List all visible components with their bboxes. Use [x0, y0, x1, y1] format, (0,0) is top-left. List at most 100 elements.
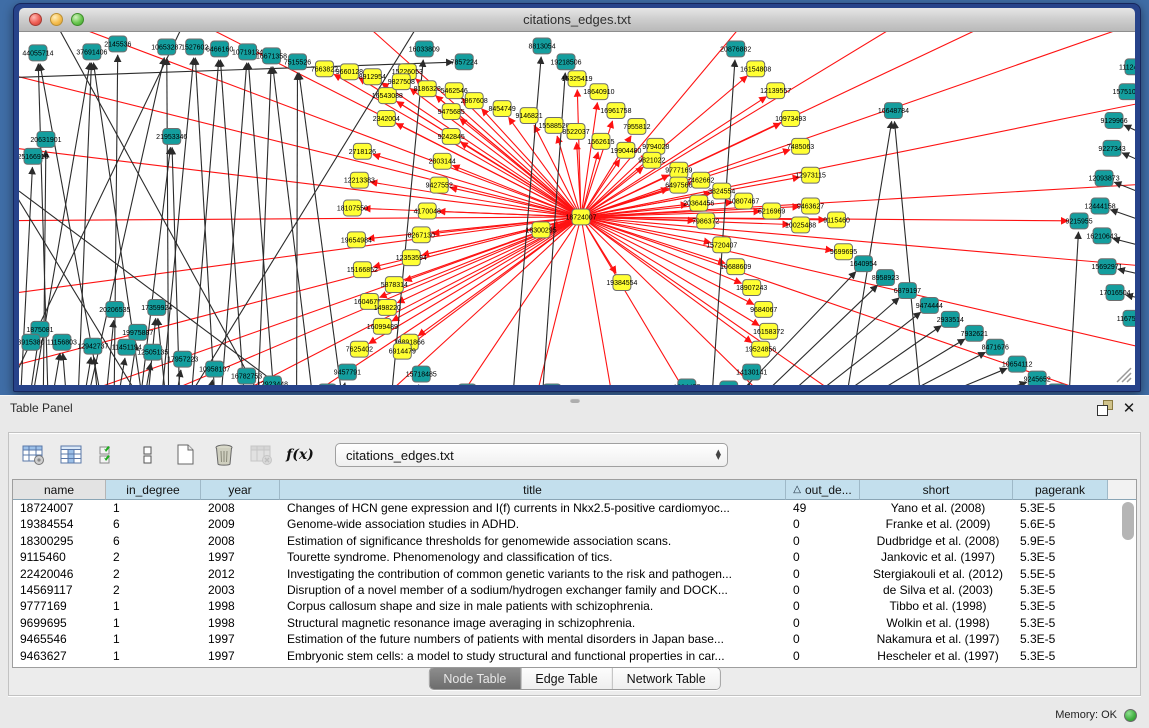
- graph-node[interactable]: 15718485: [406, 366, 437, 382]
- graph-node[interactable]: 2803144: [429, 153, 456, 169]
- edge[interactable]: [1067, 232, 1078, 385]
- table-row[interactable]: 1872400712008Changes of HCN gene express…: [13, 500, 1136, 516]
- graph-node[interactable]: 15692971: [1092, 259, 1123, 275]
- import-table-icon[interactable]: [247, 440, 277, 470]
- window-titlebar[interactable]: citations_edges.txt: [19, 8, 1135, 32]
- column-header-out_degree[interactable]: △out_de...: [786, 480, 860, 500]
- graph-node[interactable]: 7857224: [451, 54, 478, 70]
- graph-node[interactable]: 10688609: [720, 259, 751, 275]
- graph-node[interactable]: 44055714: [22, 45, 53, 61]
- scrollbar-thumb[interactable]: [1122, 502, 1134, 540]
- edge[interactable]: [816, 339, 965, 385]
- graph-node[interactable]: 1527602: [181, 39, 208, 55]
- graph-node[interactable]: 12213383: [344, 172, 375, 188]
- graph-node[interactable]: 8471676: [982, 339, 1009, 355]
- graph-node[interactable]: 12973115: [795, 167, 826, 183]
- edge[interactable]: [47, 353, 60, 385]
- select-all-rows-icon[interactable]: [95, 440, 125, 470]
- close-panel-icon[interactable]: ✕: [1121, 400, 1137, 416]
- graph-node[interactable]: 11675327: [1117, 310, 1135, 326]
- graph-node[interactable]: 6466160: [206, 41, 233, 57]
- edge[interactable]: [771, 312, 921, 385]
- column-header-title[interactable]: title: [280, 480, 786, 500]
- graph-node[interactable]: 16154808: [740, 61, 771, 77]
- new-table-icon[interactable]: [171, 440, 201, 470]
- graph-node[interactable]: 10654112: [1002, 356, 1033, 372]
- graph-node[interactable]: 16961758: [600, 103, 631, 119]
- graph-node[interactable]: 12161654: [537, 384, 568, 385]
- edge[interactable]: [1122, 153, 1135, 177]
- edge[interactable]: [1110, 210, 1135, 233]
- table-column-icon[interactable]: [57, 440, 87, 470]
- function-builder-icon[interactable]: f(x): [285, 440, 315, 470]
- graph-node[interactable]: 3824554: [708, 183, 735, 199]
- graph-node[interactable]: 2933514: [937, 311, 964, 327]
- edge[interactable]: [203, 380, 213, 385]
- graph-node[interactable]: 25166910: [19, 148, 49, 164]
- graph-node[interactable]: 9832369: [454, 384, 481, 385]
- graph-node[interactable]: 17016504: [1099, 285, 1130, 301]
- column-header-short[interactable]: short: [860, 480, 1013, 500]
- edge[interactable]: [581, 217, 1135, 360]
- edge[interactable]: [40, 64, 107, 385]
- graph-node[interactable]: 12505135: [137, 344, 168, 360]
- graph-node[interactable]: 14130141: [736, 364, 767, 380]
- edge[interactable]: [858, 368, 1007, 385]
- graph-node[interactable]: 37691406: [76, 44, 107, 60]
- edge[interactable]: [422, 217, 581, 255]
- tab-network-table[interactable]: Network Table: [612, 668, 720, 689]
- graph-node[interactable]: 21953346: [156, 128, 187, 144]
- graph-node[interactable]: 9146821: [515, 108, 542, 124]
- graph-node[interactable]: 1634477: [673, 379, 700, 385]
- canvas-resize-grip[interactable]: [1117, 368, 1131, 382]
- edge[interactable]: [19, 141, 581, 217]
- edge[interactable]: [79, 357, 91, 385]
- graph-node[interactable]: 9463627: [797, 198, 824, 214]
- graph-node[interactable]: 9115460: [823, 212, 850, 228]
- graph-node[interactable]: 16648784: [878, 103, 909, 119]
- graph-node[interactable]: 20876882: [720, 41, 751, 57]
- edge[interactable]: [581, 217, 1135, 385]
- graph-node[interactable]: 19524856: [745, 341, 776, 357]
- table-row[interactable]: 1938455462009Genome-wide association stu…: [13, 516, 1136, 532]
- graph-node[interactable]: 4170048: [414, 203, 441, 219]
- column-header-pagerank[interactable]: pagerank: [1013, 480, 1108, 500]
- table-row[interactable]: 1456911722003Disruption of a novel membe…: [13, 582, 1136, 598]
- edge[interactable]: [19, 217, 581, 301]
- graph-node[interactable]: 20631901: [30, 131, 61, 147]
- graph-node[interactable]: 7485063: [787, 138, 814, 154]
- table-row[interactable]: 946362711997Embryonic stem cells: a mode…: [13, 648, 1136, 664]
- edge[interactable]: [837, 352, 986, 385]
- graph-node[interactable]: 16210643: [1087, 228, 1118, 244]
- edge[interactable]: [172, 147, 181, 385]
- graph-node[interactable]: 12353594: [396, 250, 427, 266]
- graph-node[interactable]: 19218506: [550, 54, 581, 70]
- float-panel-icon[interactable]: [1097, 400, 1113, 416]
- splitter-handle[interactable]: [570, 398, 580, 403]
- graph-node[interactable]: 8813054: [528, 38, 555, 54]
- edge[interactable]: [461, 142, 581, 217]
- graph-node[interactable]: 19013386: [713, 381, 744, 385]
- graph-node[interactable]: 2718126: [349, 143, 376, 159]
- graph-node[interactable]: 15720407: [706, 237, 737, 253]
- edge[interactable]: [1124, 125, 1135, 149]
- edge[interactable]: [248, 63, 276, 385]
- edge[interactable]: [43, 150, 46, 385]
- graph-node[interactable]: 8958923: [872, 270, 899, 286]
- graph-node[interactable]: 6879197: [894, 283, 921, 299]
- edge[interactable]: [577, 90, 581, 217]
- table-row[interactable]: 1830029562008Estimation of significance …: [13, 533, 1136, 549]
- graph-node[interactable]: 16033809: [409, 41, 440, 57]
- graph-node[interactable]: 9227343: [1098, 140, 1125, 156]
- graph-node[interactable]: 1640954: [850, 256, 877, 272]
- column-header-in_degree[interactable]: in_degree: [106, 480, 201, 500]
- graph-node[interactable]: 11124958: [1119, 59, 1135, 75]
- edge[interactable]: [19, 62, 581, 217]
- table-row[interactable]: 911546021997Tourette syndrome. Phenomeno…: [13, 549, 1136, 565]
- graph-node[interactable]: 15325419: [561, 71, 592, 87]
- edge[interactable]: [19, 217, 581, 380]
- edge[interactable]: [19, 62, 453, 79]
- network-view[interactable]: 1872400744055714376914062145536106532871…: [19, 32, 1135, 385]
- graph-node[interactable]: 10653287: [151, 39, 182, 55]
- graph-node[interactable]: 15751074: [1112, 84, 1135, 100]
